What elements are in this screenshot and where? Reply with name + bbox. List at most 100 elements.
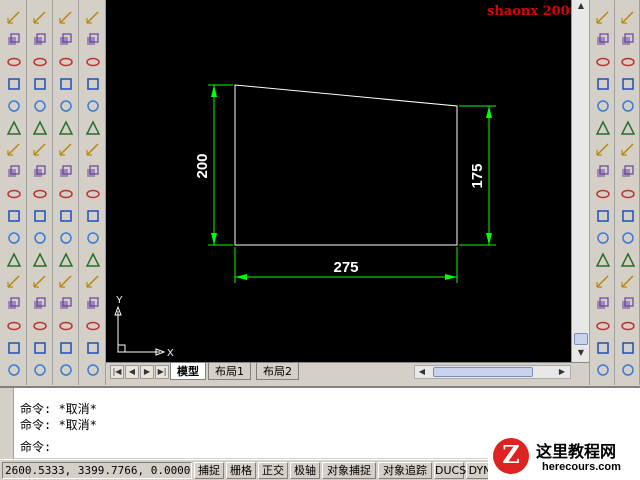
scroll-left-icon[interactable]: ◀ bbox=[416, 366, 428, 378]
ucs-previous-icon[interactable] bbox=[4, 74, 24, 94]
ellipse-arc-icon[interactable] bbox=[593, 228, 613, 248]
view-sw-icon[interactable] bbox=[56, 140, 76, 160]
ucs-world-icon[interactable] bbox=[4, 52, 24, 72]
tab-layout2[interactable]: 布局2 bbox=[256, 363, 299, 380]
horizontal-scroll-thumb[interactable] bbox=[433, 367, 533, 377]
dim-left[interactable] bbox=[208, 84, 233, 246]
ucs-manager-icon[interactable] bbox=[4, 316, 24, 336]
mirror-icon[interactable] bbox=[618, 52, 638, 72]
prev-tab-icon[interactable]: ◀ bbox=[125, 365, 139, 379]
ucs-view-icon[interactable] bbox=[4, 140, 24, 160]
solid-torus-icon[interactable] bbox=[30, 118, 50, 138]
solid-sphere-icon[interactable] bbox=[30, 74, 50, 94]
planar-icon[interactable] bbox=[83, 184, 103, 204]
drawing-canvas[interactable]: 200 175 275 Y X shaonx 200 bbox=[106, 0, 571, 362]
view-top-icon[interactable] bbox=[56, 8, 76, 28]
helix-icon[interactable] bbox=[83, 162, 103, 182]
ucs-y-icon[interactable] bbox=[4, 250, 24, 270]
ducs-button[interactable]: DUCS bbox=[434, 462, 466, 479]
ucs-icon[interactable] bbox=[4, 8, 24, 28]
light-icon[interactable] bbox=[30, 338, 50, 358]
sphere-icon[interactable] bbox=[83, 30, 103, 50]
render-icon[interactable] bbox=[30, 360, 50, 380]
intersect-icon[interactable] bbox=[30, 294, 50, 314]
scroll-right-icon[interactable]: ▶ bbox=[556, 366, 568, 378]
ucs-z-icon[interactable] bbox=[4, 272, 24, 292]
section-icon[interactable] bbox=[30, 206, 50, 226]
spline-icon[interactable] bbox=[593, 184, 613, 204]
surface-icon[interactable] bbox=[56, 272, 76, 292]
view-se-icon[interactable] bbox=[56, 162, 76, 182]
ucs-apply-icon[interactable] bbox=[4, 294, 24, 314]
last-tab-icon[interactable]: ▶| bbox=[155, 365, 169, 379]
copy-icon[interactable] bbox=[618, 30, 638, 50]
move-icon[interactable] bbox=[618, 118, 638, 138]
revolve-icon[interactable] bbox=[30, 162, 50, 182]
cone-icon[interactable] bbox=[83, 74, 103, 94]
point-icon[interactable] bbox=[593, 294, 613, 314]
offset-icon[interactable] bbox=[618, 74, 638, 94]
conceptual-icon[interactable] bbox=[56, 360, 76, 380]
rotate-icon[interactable] bbox=[618, 140, 638, 160]
ucs-named-icon[interactable] bbox=[4, 30, 24, 50]
ucs-zaxis-icon[interactable] bbox=[4, 184, 24, 204]
ucs-move-icon[interactable] bbox=[4, 338, 24, 358]
stretch-icon[interactable] bbox=[618, 184, 638, 204]
pline-icon[interactable] bbox=[593, 52, 613, 72]
extend-icon[interactable] bbox=[618, 228, 638, 248]
make-block-icon[interactable] bbox=[593, 272, 613, 292]
ucs-object-icon[interactable] bbox=[4, 118, 24, 138]
wedge-icon[interactable] bbox=[83, 96, 103, 116]
realistic-icon[interactable] bbox=[56, 338, 76, 358]
polar-button[interactable]: 极轴 bbox=[290, 462, 320, 479]
view-bottom-icon[interactable] bbox=[56, 30, 76, 50]
circle-icon[interactable] bbox=[593, 140, 613, 160]
union-icon[interactable] bbox=[30, 250, 50, 270]
view-ne-icon[interactable] bbox=[56, 184, 76, 204]
shade-icon[interactable] bbox=[56, 294, 76, 314]
ellipse-icon[interactable] bbox=[593, 206, 613, 226]
polygon-icon[interactable] bbox=[593, 74, 613, 94]
solidedit-icon[interactable] bbox=[83, 316, 103, 336]
separate-icon[interactable] bbox=[83, 338, 103, 358]
orbit-icon[interactable] bbox=[56, 228, 76, 248]
subtract-icon[interactable] bbox=[30, 272, 50, 292]
line-icon[interactable] bbox=[593, 8, 613, 28]
view-back-icon[interactable] bbox=[56, 118, 76, 138]
tab-layout1[interactable]: 布局1 bbox=[208, 363, 251, 380]
array-icon[interactable] bbox=[618, 96, 638, 116]
chamfer-icon[interactable] bbox=[618, 294, 638, 314]
interfere-icon[interactable] bbox=[30, 228, 50, 248]
solid-cylinder-icon[interactable] bbox=[30, 96, 50, 116]
extrude-icon[interactable] bbox=[30, 140, 50, 160]
solid-cone-icon[interactable] bbox=[30, 52, 50, 72]
loft-icon[interactable] bbox=[83, 250, 103, 270]
camera-icon[interactable] bbox=[30, 316, 50, 336]
snap-button[interactable]: 捕捉 bbox=[194, 462, 224, 479]
xline-icon[interactable] bbox=[593, 30, 613, 50]
ortho-button[interactable]: 正交 bbox=[258, 462, 288, 479]
view-front-icon[interactable] bbox=[56, 96, 76, 116]
scroll-down-icon[interactable]: ▼ bbox=[574, 348, 588, 360]
solid-wedge-icon[interactable] bbox=[30, 30, 50, 50]
otrack-button[interactable]: 对象追踪 bbox=[378, 462, 432, 479]
ucs-3point-icon[interactable] bbox=[4, 206, 24, 226]
presspull-icon[interactable] bbox=[83, 294, 103, 314]
first-tab-icon[interactable]: |◀ bbox=[110, 365, 124, 379]
cylinder-icon[interactable] bbox=[83, 52, 103, 72]
ucs-origin-icon[interactable] bbox=[4, 162, 24, 182]
view-right-icon[interactable] bbox=[56, 74, 76, 94]
solid-box-icon[interactable] bbox=[30, 8, 50, 28]
coordinate-readout[interactable]: 2600.5333, 3399.7766, 0.0000 bbox=[2, 462, 192, 479]
box-icon[interactable] bbox=[83, 8, 103, 28]
arc-icon[interactable] bbox=[593, 118, 613, 138]
erase-icon[interactable] bbox=[618, 8, 638, 28]
shell-icon[interactable] bbox=[83, 360, 103, 380]
revcloud-icon[interactable] bbox=[593, 162, 613, 182]
join-icon[interactable] bbox=[618, 272, 638, 292]
ucs-gear-icon[interactable] bbox=[4, 360, 24, 380]
scale-icon[interactable] bbox=[618, 162, 638, 182]
wire-icon[interactable] bbox=[56, 316, 76, 336]
extrude2-icon[interactable] bbox=[83, 228, 103, 248]
explode-icon[interactable] bbox=[618, 338, 638, 358]
